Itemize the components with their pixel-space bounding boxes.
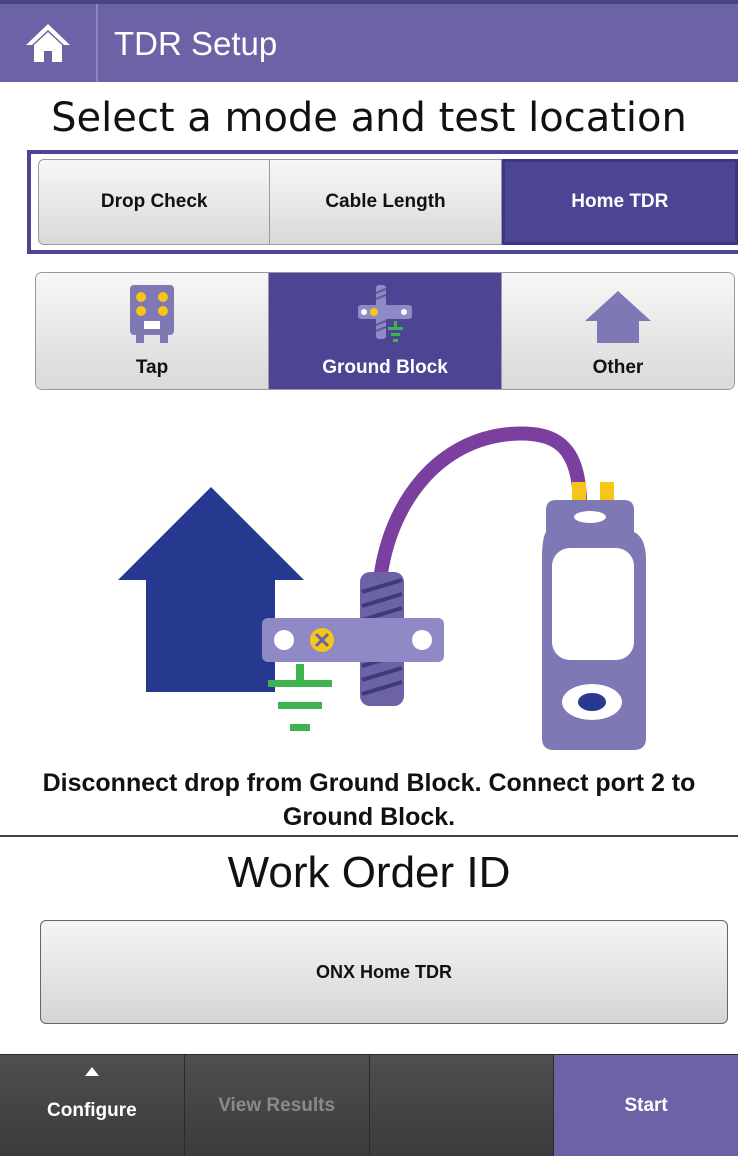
section-divider xyxy=(0,835,738,837)
location-other-label: Other xyxy=(592,357,644,378)
view-results-label: View Results xyxy=(218,1094,336,1116)
work-order-id-field[interactable]: ONX Home TDR xyxy=(40,920,728,1024)
location-tap-label: Tap xyxy=(135,357,169,378)
mode-cable-length-button[interactable]: Cable Length xyxy=(270,159,502,245)
tap-icon xyxy=(130,285,174,343)
work-order-heading: Work Order ID xyxy=(227,848,511,897)
ground-block-illustration xyxy=(262,572,444,731)
configure-button[interactable]: Configure xyxy=(0,1055,185,1156)
location-other-button[interactable]: Other xyxy=(502,273,734,389)
home-icon xyxy=(26,24,70,62)
home-button[interactable] xyxy=(0,4,98,82)
instruction-heading: Select a mode and test location xyxy=(51,95,687,141)
bottom-action-bar: Configure View Results Start xyxy=(0,1054,738,1156)
mode-selector: Drop Check Cable Length Home TDR xyxy=(27,150,738,254)
connection-illustration xyxy=(118,426,646,750)
location-ground-block-button[interactable]: Ground Block xyxy=(269,273,502,389)
connection-instructions: Disconnect drop from Ground Block. Conne… xyxy=(42,769,696,831)
mode-drop-check-button[interactable]: Drop Check xyxy=(38,159,271,245)
location-selector: Tap Ground Block Other xyxy=(35,272,735,390)
view-results-button: View Results xyxy=(184,1055,370,1156)
configure-label: Configure xyxy=(47,1099,137,1121)
location-ground-block-label: Ground Block xyxy=(322,357,448,378)
tester-device-illustration xyxy=(542,482,646,750)
start-button[interactable]: Start xyxy=(554,1055,738,1156)
empty-softkey xyxy=(369,1055,555,1156)
start-label: Start xyxy=(624,1094,668,1116)
expand-up-icon xyxy=(84,1067,99,1076)
house-icon xyxy=(585,291,651,343)
page-title: TDR Setup xyxy=(114,25,278,62)
title-bar: TDR Setup xyxy=(0,0,738,82)
mode-home-tdr-button[interactable]: Home TDR xyxy=(501,159,738,245)
location-tap-button[interactable]: Tap xyxy=(36,273,269,389)
ground-block-icon xyxy=(358,285,412,342)
